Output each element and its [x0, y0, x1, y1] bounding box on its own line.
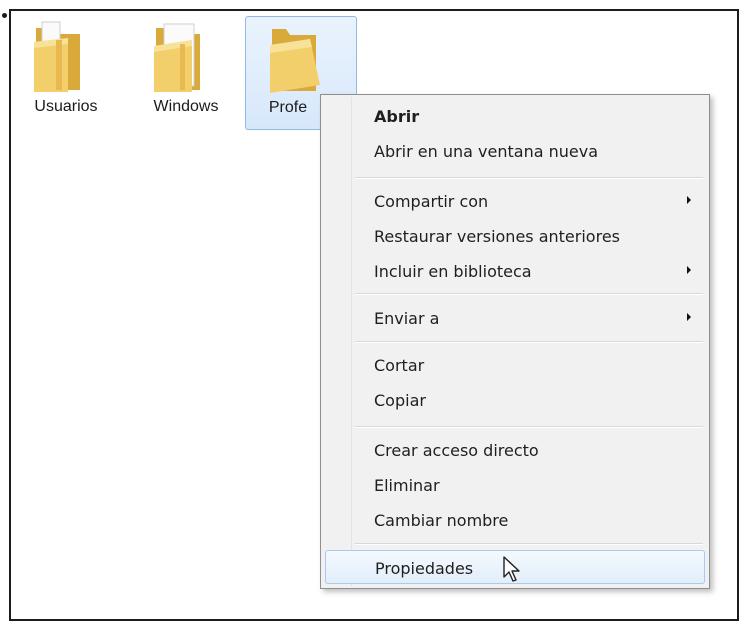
corner-marker [2, 13, 7, 18]
menu-item-label: Cortar [374, 356, 425, 375]
menu-item-cortar[interactable]: Cortar [325, 348, 705, 382]
menu-item-label: Compartir con [374, 192, 489, 211]
submenu-arrow-icon [687, 313, 691, 321]
menu-item-enviar-a[interactable]: Enviar a [325, 301, 705, 335]
menu-item-label: Abrir en una ventana nueva [374, 142, 598, 161]
menu-separator [355, 426, 703, 427]
menu-separator [355, 293, 703, 294]
menu-item-label: Abrir [374, 107, 420, 126]
menu-item-label: Copiar [374, 391, 426, 410]
mouse-pointer-icon [503, 556, 520, 582]
menu-separator [355, 177, 703, 178]
menu-item-crear-acceso-directo[interactable]: Crear acceso directo [325, 433, 705, 467]
menu-item-copiar[interactable]: Copiar [325, 383, 705, 417]
menu-item-label: Propiedades [375, 559, 474, 578]
folder-label: Usuarios [34, 98, 98, 115]
folder-icon [154, 23, 200, 92]
menu-item-incluir-biblioteca[interactable]: Incluir en biblioteca [325, 254, 705, 288]
menu-item-label: Restaurar versiones anteriores [374, 227, 620, 246]
folder-label: Windows [153, 98, 219, 115]
menu-separator [355, 543, 703, 544]
folder-icon [34, 21, 80, 92]
menu-item-cambiar-nombre[interactable]: Cambiar nombre [325, 503, 705, 537]
menu-item-label: Crear acceso directo [374, 441, 539, 460]
menu-item-abrir-ventana-nueva[interactable]: Abrir en una ventana nueva [325, 134, 705, 168]
menu-item-label: Incluir en biblioteca [374, 262, 532, 281]
menu-separator [355, 341, 703, 342]
folder-icon [270, 29, 320, 93]
menu-item-eliminar[interactable]: Eliminar [325, 468, 705, 502]
menu-item-restaurar-versiones[interactable]: Restaurar versiones anteriores [325, 219, 705, 253]
folder-usuarios[interactable]: Usuarios [10, 16, 122, 130]
context-menu: Abrir Abrir en una ventana nueva Compart… [320, 94, 710, 589]
menu-item-label: Eliminar [374, 476, 440, 495]
submenu-arrow-icon [687, 266, 691, 274]
submenu-arrow-icon [687, 196, 691, 204]
menu-item-label: Cambiar nombre [374, 511, 509, 530]
menu-item-compartir-con[interactable]: Compartir con [325, 184, 705, 218]
menu-item-label: Enviar a [374, 309, 440, 328]
folder-windows[interactable]: Windows [130, 16, 242, 130]
menu-item-abrir[interactable]: Abrir [325, 99, 705, 133]
